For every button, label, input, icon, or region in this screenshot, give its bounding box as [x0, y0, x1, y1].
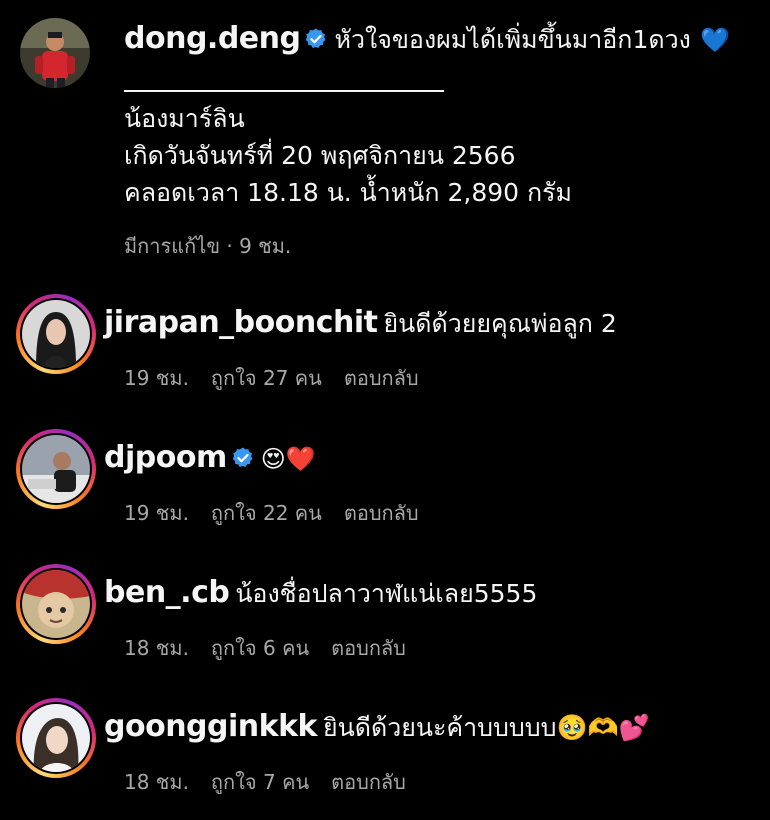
comment-item: jirapan_boonchit ยินดีด้วยยคุณพ่อลูก 2 19…: [0, 286, 770, 416]
blue-heart-emoji: 💙: [700, 26, 731, 54]
comment-meta: 18 ชม. ถูกใจ 7 คน ตอบกลับ: [124, 766, 406, 798]
comment-time: 19 ชม.: [124, 366, 189, 390]
reply-button[interactable]: ตอบกลับ: [344, 501, 419, 525]
profile-photo-icon: [22, 300, 90, 368]
caption-line: น้องมาร์ลิน: [124, 104, 245, 133]
avatar[interactable]: [22, 570, 90, 638]
profile-photo-icon: [22, 570, 90, 638]
likes-count[interactable]: ถูกใจ 6 คน: [211, 636, 309, 660]
comment-text: 😍❤️: [260, 445, 316, 473]
caption-line: คลอดเวลา 18.18 น. น้ำหนัก 2,890 กรัม: [124, 178, 573, 207]
comment-item: djpoom 😍❤️ 19 ชม. ถูกใจ 22 คน ตอบกลับ: [0, 421, 770, 551]
comment-time: 18 ชม.: [124, 636, 189, 660]
caption-headline: dong.deng หัวใจของผมได้เพิ่มขึ้นมาอีก1ดวง…: [124, 18, 730, 61]
comment-meta: 19 ชม. ถูกใจ 27 คน ตอบกลับ: [124, 362, 419, 394]
avatar[interactable]: [20, 18, 90, 88]
avatar[interactable]: [22, 300, 90, 368]
comment-time: 18 ชม.: [124, 770, 189, 794]
post-username[interactable]: dong.deng: [124, 21, 301, 56]
meta-separator: ·: [226, 234, 233, 258]
comment-line: jirapan_boonchit ยินดีด้วยยคุณพ่อลูก 2: [104, 302, 617, 345]
avatar[interactable]: [22, 704, 90, 772]
profile-photo-icon: [20, 18, 90, 88]
comment-text: ยินดีด้วยนะค้าบบบบบ🥹🫶💕: [323, 713, 650, 742]
comment-item: ben_.cb น้องชื่อปลาวาฬแน่เลย5555 18 ชม. ถู…: [0, 556, 770, 686]
edited-label: มีการแก้ไข: [124, 234, 220, 258]
comment-text: ยินดีด้วยยคุณพ่อลูก 2: [383, 309, 617, 338]
story-ring[interactable]: [16, 294, 96, 374]
comment-time: 19 ชม.: [124, 501, 189, 525]
caption-body: น้องมาร์ลิน เกิดวันจันทร์ที่ 20 พฤศจิกาย…: [124, 100, 572, 211]
story-ring[interactable]: [16, 564, 96, 644]
reply-button[interactable]: ตอบกลับ: [344, 366, 419, 390]
caption-headline-text: หัวใจของผมได้เพิ่มขึ้นมาอีก1ดวง: [334, 25, 691, 54]
comment-username[interactable]: goongginkkk: [104, 709, 318, 744]
likes-count[interactable]: ถูกใจ 7 คน: [211, 770, 309, 794]
verified-badge-icon: [306, 28, 326, 48]
avatar[interactable]: [22, 435, 90, 503]
story-ring[interactable]: [16, 698, 96, 778]
comment-username[interactable]: jirapan_boonchit: [104, 305, 378, 340]
comment-username[interactable]: ben_.cb: [104, 575, 230, 610]
comment-meta: 19 ชม. ถูกใจ 22 คน ตอบกลับ: [124, 497, 419, 529]
caption-line: เกิดวันจันทร์ที่ 20 พฤศจิกายน 2566: [124, 141, 516, 170]
likes-count[interactable]: ถูกใจ 22 คน: [211, 501, 322, 525]
comment-text: น้องชื่อปลาวาฬแน่เลย5555: [235, 579, 538, 608]
reply-button[interactable]: ตอบกลับ: [331, 636, 406, 660]
comment-username[interactable]: djpoom: [104, 440, 227, 475]
comment-line: ben_.cb น้องชื่อปลาวาฬแน่เลย5555: [104, 572, 537, 615]
comment-item: goongginkkk ยินดีด้วยนะค้าบบบบบ🥹🫶💕 18 ชม.…: [0, 690, 770, 820]
caption-divider: [124, 90, 444, 92]
profile-photo-icon: [22, 704, 90, 772]
comment-line: djpoom 😍❤️: [104, 437, 316, 480]
likes-count[interactable]: ถูกใจ 27 คน: [211, 366, 322, 390]
caption-meta: มีการแก้ไข · 9 ชม.: [124, 230, 291, 262]
story-ring[interactable]: [16, 429, 96, 509]
verified-badge-icon: [232, 447, 253, 467]
post-time: 9 ชม.: [239, 234, 292, 258]
comment-meta: 18 ชม. ถูกใจ 6 คน ตอบกลับ: [124, 632, 406, 664]
comment-line: goongginkkk ยินดีด้วยนะค้าบบบบบ🥹🫶💕: [104, 706, 650, 749]
profile-photo-icon: [22, 435, 90, 503]
reply-button[interactable]: ตอบกลับ: [331, 770, 406, 794]
